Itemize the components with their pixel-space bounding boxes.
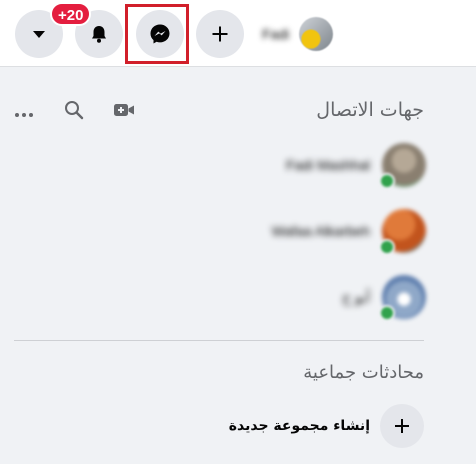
more-horizontal-icon (14, 103, 34, 122)
create-new-group-label: إنشاء مجموعة جديدة (228, 418, 370, 434)
contact-item[interactable]: Wafaa Alkarbeh (272, 206, 426, 256)
notification-count-badge: +20 (50, 2, 92, 26)
online-status-indicator (379, 173, 395, 189)
contact-name: أبو ح (342, 288, 370, 305)
section-divider (14, 340, 424, 341)
group-conversations-heading: محادثات جماعية (303, 362, 424, 383)
chevron-down-icon (31, 26, 47, 42)
contact-name: Wafaa Alkarbeh (271, 223, 370, 239)
create-new-group-button[interactable]: إنشاء مجموعة جديدة (229, 404, 424, 448)
messenger-highlight-box (125, 4, 189, 64)
profile-avatar (299, 17, 334, 51)
top-navigation-bar: +20 Fadi (0, 0, 476, 67)
bell-icon (89, 24, 109, 44)
contacts-heading: جهات الاتصال (316, 99, 424, 121)
online-status-indicator (379, 239, 395, 255)
contact-item[interactable]: Fadi Mashhal (286, 140, 426, 190)
profile-name: Fadi (262, 26, 290, 42)
contacts-options-button[interactable] (12, 100, 36, 124)
contact-name: Fadi Mashhal (285, 157, 370, 173)
contact-item[interactable]: أبو ح (342, 272, 426, 322)
create-button[interactable] (196, 10, 244, 58)
video-camera-icon (113, 101, 135, 123)
online-status-indicator (379, 305, 395, 321)
plus-icon (210, 24, 230, 44)
new-room-button[interactable] (112, 100, 136, 124)
profile-shortcut[interactable]: Fadi (262, 14, 334, 54)
search-contacts-button[interactable] (62, 100, 86, 124)
plus-icon (380, 404, 424, 448)
search-icon (64, 100, 84, 124)
